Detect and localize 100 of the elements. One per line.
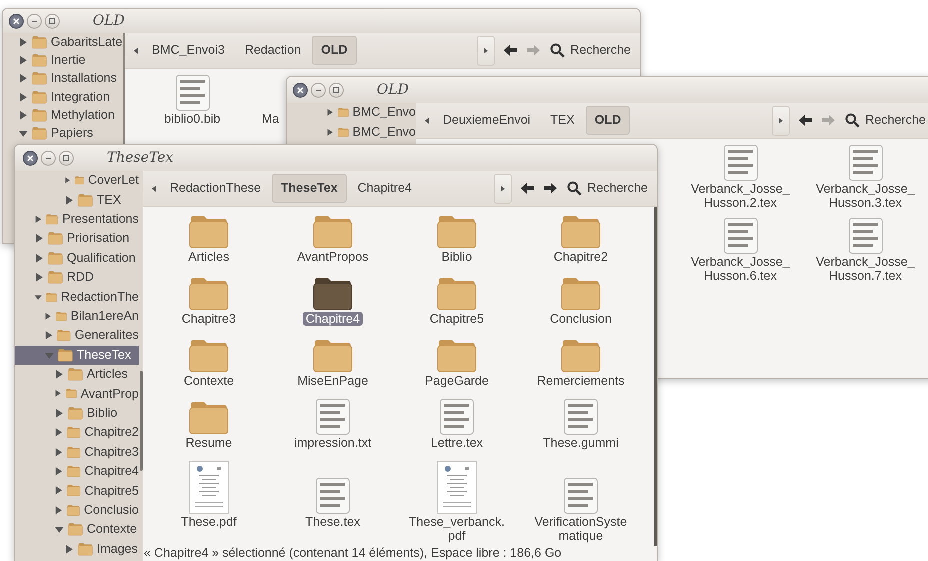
maximize-icon[interactable] [63, 154, 70, 162]
file-label[interactable]: Contexte [180, 374, 238, 388]
search-button[interactable]: Recherche [562, 177, 653, 200]
sidebar-item[interactable]: RedactionThe [15, 287, 139, 307]
expander-icon[interactable] [19, 129, 28, 138]
text-file-icon[interactable] [440, 399, 474, 435]
caret-icon[interactable] [500, 186, 505, 192]
forward-arrow-icon[interactable] [544, 183, 557, 194]
expander-icon[interactable] [55, 428, 64, 438]
sidebar-item[interactable]: Priorisation [15, 229, 139, 249]
page-thumbnail-icon[interactable] [437, 461, 477, 514]
breadcrumb-button[interactable]: RedactionThese [161, 174, 270, 203]
breadcrumb-button[interactable]: OLD [586, 106, 630, 135]
expander-icon[interactable] [35, 214, 42, 224]
back-arrow-icon[interactable] [504, 45, 517, 56]
file-label[interactable]: biblio0.bib [161, 112, 224, 126]
breadcrumb-button[interactable]: BMC_Envoi3 [143, 36, 234, 65]
file-label[interactable]: Verbanck_Josse_Husson.6.tex [686, 255, 796, 283]
expander-icon[interactable] [327, 128, 334, 137]
close-icon[interactable] [13, 18, 20, 24]
expander-icon[interactable] [55, 525, 64, 534]
sidebar-item[interactable]: Chapitre4 [15, 462, 139, 482]
expander-icon[interactable] [19, 92, 28, 102]
maximize-icon[interactable] [49, 18, 56, 24]
file-label[interactable]: Chapitre5 [426, 312, 488, 326]
sidebar-item[interactable]: Presentations [15, 210, 139, 230]
search-button[interactable]: Recherche [840, 109, 928, 132]
text-file-icon[interactable] [564, 399, 598, 435]
breadcrumb-button[interactable]: TEX [542, 106, 584, 135]
file-label[interactable]: Chapitre2 [550, 250, 612, 264]
sidebar-item[interactable]: Inertie [3, 51, 123, 70]
expander-icon[interactable] [55, 486, 64, 496]
caret-icon[interactable] [778, 118, 783, 124]
file-label[interactable]: These.gummi [540, 436, 622, 450]
folder-icon[interactable] [313, 277, 353, 311]
file-label[interactable]: AvantPropos [294, 250, 372, 264]
file-label[interactable]: These.tex [302, 515, 364, 529]
expander-icon[interactable] [19, 38, 28, 47]
search-icon[interactable] [566, 181, 582, 196]
file-label[interactable]: VerificationSystematique [528, 515, 634, 543]
page-thumbnail-icon[interactable] [189, 461, 229, 514]
scrollbar-thumb[interactable] [140, 371, 143, 471]
file-label[interactable]: Resume [182, 436, 236, 450]
expander-icon[interactable] [19, 56, 28, 65]
expander-icon[interactable] [19, 74, 28, 84]
file-label[interactable]: These.pdf [178, 515, 240, 529]
sidebar-item[interactable]: RDD [15, 268, 139, 288]
expander-icon[interactable] [45, 331, 54, 340]
breadcrumb-button[interactable]: DeuxiemeEnvoi [434, 106, 540, 135]
sidebar-item[interactable]: GabaritsLate [3, 33, 123, 52]
expander-icon[interactable] [35, 234, 44, 244]
expander-icon[interactable] [327, 108, 334, 118]
caret-icon[interactable] [425, 118, 429, 124]
text-file-icon[interactable] [724, 218, 758, 254]
search-button[interactable]: Recherche [544, 39, 636, 62]
expander-icon[interactable] [55, 408, 64, 418]
file-label[interactable]: Conclusion [547, 312, 615, 326]
expander-icon[interactable] [55, 370, 64, 380]
expander-icon[interactable] [35, 254, 44, 263]
text-file-icon[interactable] [848, 218, 882, 254]
file-label[interactable]: Verbanck_Josse_Husson.2.tex [686, 182, 796, 210]
breadcrumb-button[interactable]: TheseTex [272, 174, 347, 203]
text-file-icon[interactable] [564, 478, 598, 514]
caret-icon[interactable] [484, 48, 488, 54]
expander-icon[interactable] [65, 196, 74, 205]
breadcrumb-button[interactable]: Redaction [236, 36, 310, 65]
breadcrumb-button[interactable]: OLD [312, 36, 357, 65]
search-icon[interactable] [844, 113, 860, 128]
text-file-icon[interactable] [848, 145, 882, 181]
sidebar-item[interactable]: CoverLet [15, 171, 139, 190]
expander-icon[interactable] [55, 467, 64, 476]
sidebar-item[interactable]: Chapitre2 [15, 423, 139, 442]
text-file-icon[interactable] [316, 399, 350, 435]
maximize-button[interactable] [45, 14, 60, 28]
text-file-icon[interactable] [176, 75, 210, 111]
file-label[interactable]: PageGarde [422, 374, 492, 388]
file-label[interactable]: Articles [186, 250, 232, 264]
sidebar-item[interactable]: Papiers [3, 124, 123, 143]
sidebar-item[interactable]: BMC_Envo [287, 103, 416, 122]
file-label[interactable]: MiseEnPage [294, 374, 372, 388]
file-label[interactable]: Chapitre3 [178, 312, 240, 326]
expander-icon[interactable] [55, 506, 63, 515]
expander-icon[interactable] [35, 273, 44, 282]
expander-icon[interactable] [55, 389, 62, 398]
minimize-button[interactable] [27, 14, 42, 28]
maximize-button[interactable] [329, 82, 344, 98]
file-label[interactable]: Lettre.tex [428, 436, 486, 450]
maximize-button[interactable] [59, 150, 74, 166]
sidebar-item[interactable]: Chapitre3 [15, 442, 139, 462]
expander-icon[interactable] [19, 110, 28, 120]
breadcrumb-button[interactable]: Chapitre4 [348, 174, 421, 203]
file-label[interactable]: Biblio [438, 250, 476, 264]
sidebar-item[interactable]: Integration [3, 88, 123, 106]
sidebar-item[interactable]: TEX [15, 190, 139, 210]
sidebar-item[interactable]: Methylation [3, 106, 123, 124]
close-button[interactable] [9, 14, 24, 28]
back-arrow-icon[interactable] [520, 183, 534, 194]
back-arrow-icon[interactable] [798, 115, 812, 126]
search-icon[interactable] [550, 43, 565, 58]
maximize-icon[interactable] [333, 86, 340, 94]
